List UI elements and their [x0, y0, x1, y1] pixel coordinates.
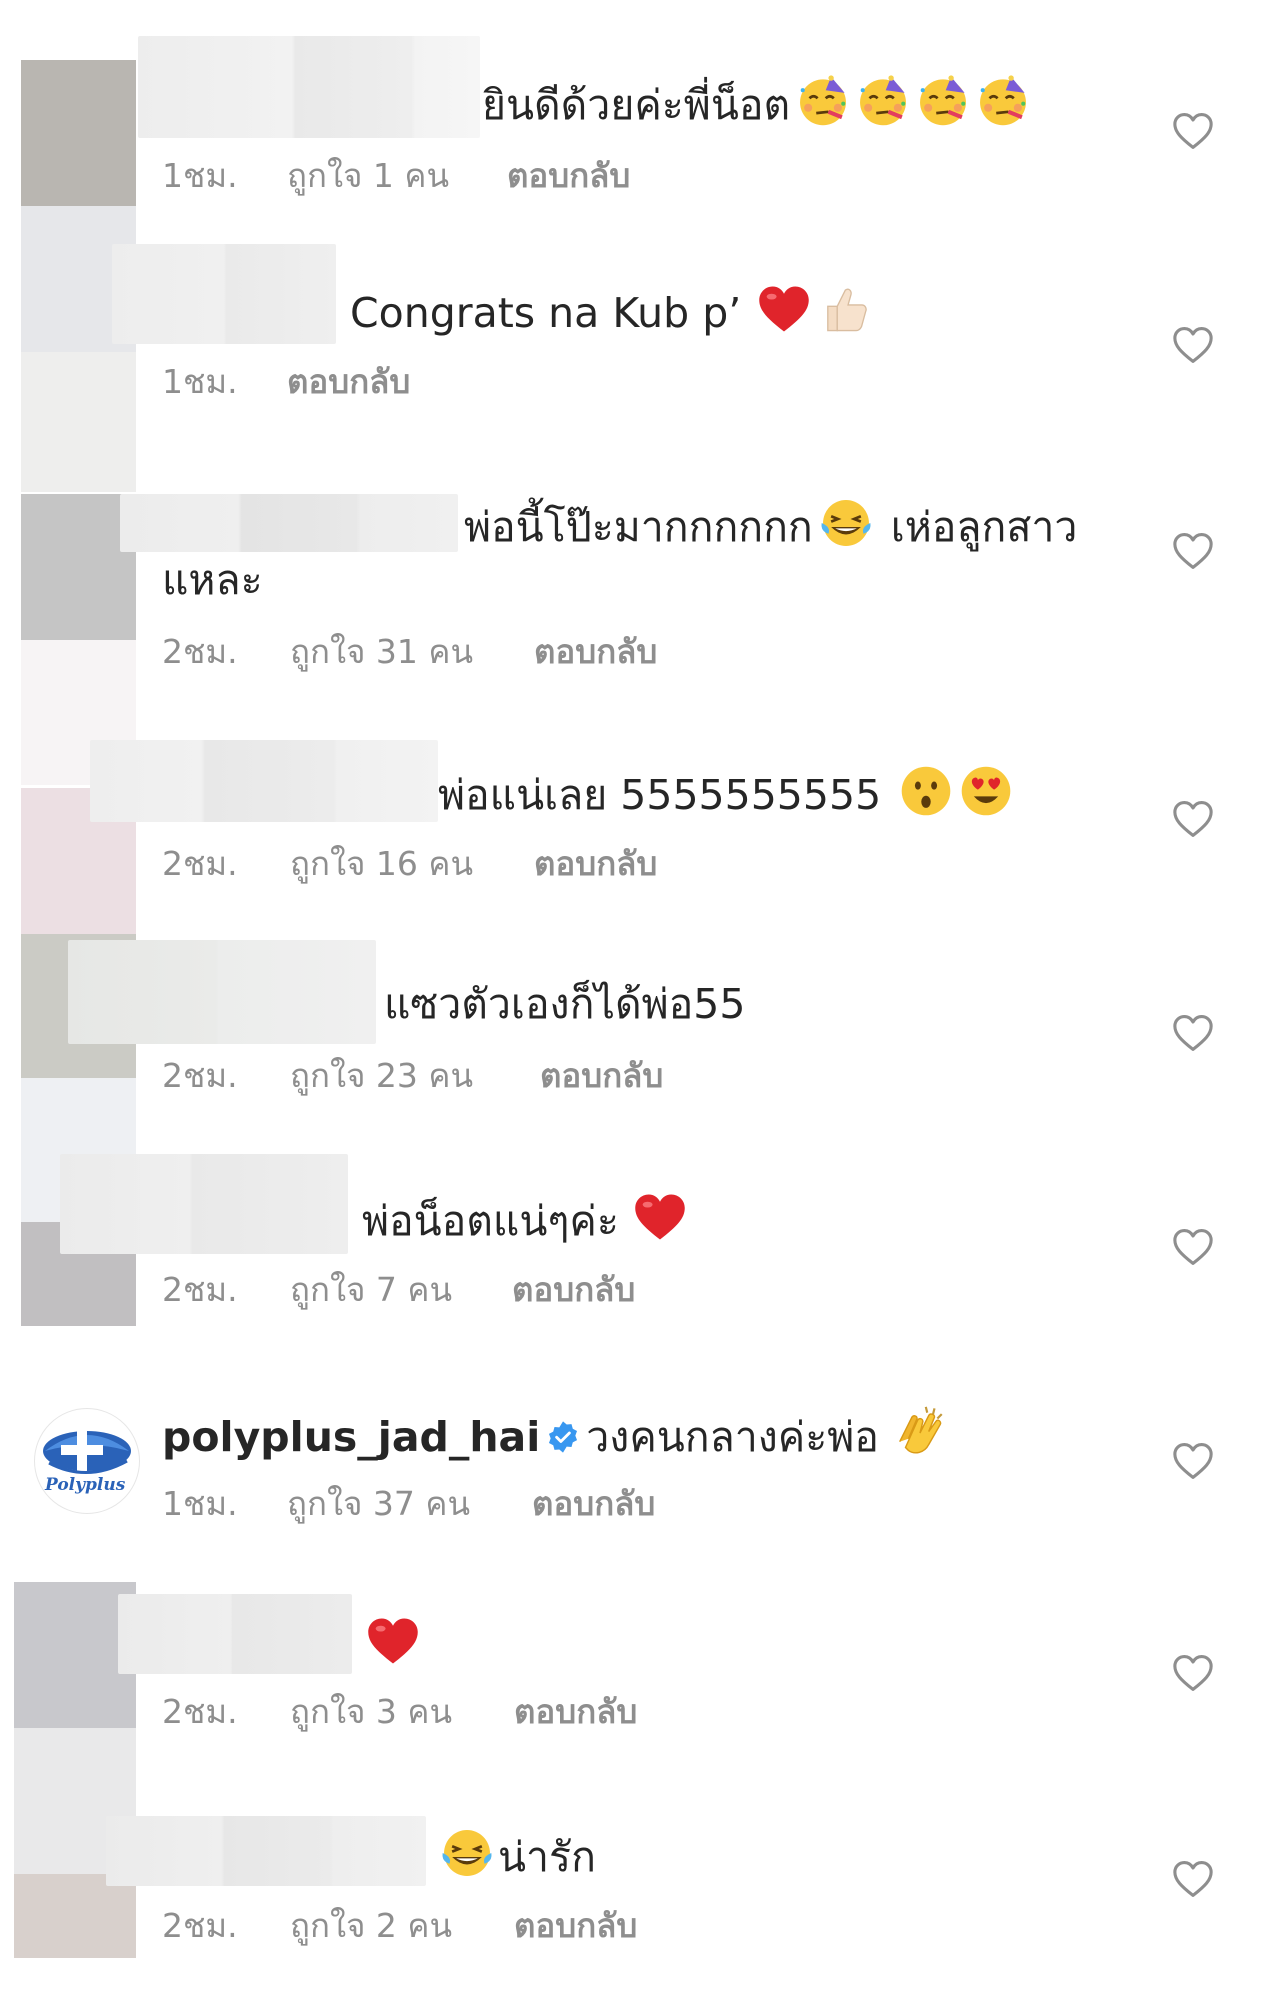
like-heart-icon[interactable]: [1172, 532, 1214, 570]
reply-button[interactable]: ตอบกลับ: [540, 1054, 663, 1098]
thumbs-up-icon: [817, 282, 871, 350]
reply-button[interactable]: ตอบกลับ: [512, 1268, 635, 1312]
like-heart-icon[interactable]: [1172, 1654, 1214, 1692]
comment-body: แซวตัวเองก็ได้พ่อ55: [384, 980, 746, 1028]
red-heart-icon: [366, 1614, 420, 1682]
comment-likes[interactable]: ถูกใจ 3 คน: [290, 1690, 452, 1734]
username-blurred[interactable]: [120, 494, 458, 552]
username-blurred[interactable]: [90, 740, 438, 822]
comment-likes[interactable]: ถูกใจ 16 คน: [290, 842, 473, 886]
username-blurred[interactable]: [60, 1154, 348, 1254]
avatar[interactable]: [21, 494, 136, 640]
comment-text: พ่อนี้โป๊ะมากกกกกก เห่อลูกสาว: [464, 496, 1077, 564]
heart-eyes-icon: [959, 764, 1013, 832]
comment-body: พ่อนี้โป๊ะมากกกกกก: [464, 503, 813, 551]
like-heart-icon[interactable]: [1172, 112, 1214, 150]
comment-text: พ่อน็อตแน่ๆค่ะ: [362, 1190, 687, 1258]
like-heart-icon[interactable]: [1172, 1228, 1214, 1266]
comment-meta: 2ชม. ถูกใจ 16 คน ตอบกลับ: [162, 842, 762, 886]
comment-body: Congrats na Kub p’: [350, 289, 742, 337]
comment-time[interactable]: 1ชม.: [162, 1482, 238, 1526]
comment-body: วงคนกลางค่ะพ่อ: [586, 1413, 879, 1461]
comment-text: พ่อแน่เลย 5555555555: [438, 764, 1013, 832]
like-heart-icon[interactable]: [1172, 1442, 1214, 1480]
comment-text: Congrats na Kub p’: [350, 282, 871, 350]
comment-time[interactable]: 1ชม.: [162, 360, 238, 404]
partying-face-icon: [796, 74, 850, 142]
partying-face-icon: [856, 74, 910, 142]
comment-body: น่ารัก: [498, 1833, 596, 1881]
comment-time[interactable]: 1ชม.: [162, 154, 238, 198]
username-blurred[interactable]: [68, 940, 376, 1044]
comment-meta: 2ชม. ถูกใจ 31 คน ตอบกลับ: [162, 630, 762, 674]
comment-likes[interactable]: ถูกใจ 7 คน: [290, 1268, 452, 1312]
comment-text: แซวตัวเองก็ได้พ่อ55: [384, 976, 745, 1032]
like-heart-icon[interactable]: [1172, 326, 1214, 364]
comment-likes[interactable]: ถูกใจ 2 คน: [290, 1904, 452, 1948]
comment-meta: 2ชม. ถูกใจ 7 คน ตอบกลับ: [162, 1268, 762, 1312]
comment-meta: 2ชม. ถูกใจ 23 คน ตอบกลับ: [162, 1054, 762, 1098]
reply-button[interactable]: ตอบกลับ: [514, 1690, 637, 1734]
comment-body-cont: เห่อลูกสาว: [890, 503, 1078, 551]
like-heart-icon[interactable]: [1172, 800, 1214, 838]
partying-face-icon: [976, 74, 1030, 142]
avatar-lower: [21, 352, 136, 492]
comment-meta: 1ชม. ถูกใจ 37 คน ตอบกลับ: [162, 1482, 762, 1526]
reply-button[interactable]: ตอบกลับ: [534, 842, 657, 886]
reply-button[interactable]: ตอบกลับ: [534, 630, 657, 674]
avatar[interactable]: [21, 60, 136, 206]
comment-body: พ่อน็อตแน่ๆค่ะ: [362, 1197, 619, 1245]
comment-meta: 1ชม. ถูกใจ 1 คน ตอบกลับ: [162, 154, 762, 198]
reply-button[interactable]: ตอบกลับ: [514, 1904, 637, 1948]
comment-time[interactable]: 2ชม.: [162, 1690, 238, 1734]
comment-time[interactable]: 2ชม.: [162, 1904, 238, 1948]
like-heart-icon[interactable]: [1172, 1860, 1214, 1898]
comment-body: ยินดีด้วยค่ะพี่น็อต: [482, 81, 791, 129]
comment-meta: 2ชม. ถูกใจ 2 คน ตอบกลับ: [162, 1904, 762, 1948]
comment-meta: 2ชม. ถูกใจ 3 คน ตอบกลับ: [162, 1690, 762, 1734]
surprised-face-icon: [899, 764, 953, 832]
avatar[interactable]: [14, 1874, 136, 1958]
comment-text: น่ารัก: [440, 1826, 596, 1894]
red-heart-icon: [633, 1190, 687, 1258]
comment-time[interactable]: 2ชม.: [162, 630, 238, 674]
comment-body: พ่อแน่เลย 5555555555: [438, 771, 882, 819]
tears-of-joy-icon: [440, 1826, 494, 1894]
comment-text: polyplus_jad_hai วงคนกลางค่ะพ่อ: [162, 1404, 949, 1476]
polyplus-logo-icon: [43, 1431, 131, 1474]
comment-meta: 1ชม. ตอบกลับ: [162, 360, 562, 404]
comment-time[interactable]: 2ชม.: [162, 1268, 238, 1312]
verified-badge-icon: [546, 1412, 580, 1468]
comment-text: ยินดีด้วยค่ะพี่น็อต: [482, 74, 1030, 142]
username-blurred[interactable]: [106, 1816, 426, 1886]
avatar-logo-text: Polyplus: [45, 1475, 126, 1495]
reply-button[interactable]: ตอบกลับ: [287, 360, 410, 404]
username-blurred[interactable]: [112, 244, 336, 344]
comment-likes[interactable]: ถูกใจ 31 คน: [290, 630, 473, 674]
avatar[interactable]: Polyplus: [34, 1408, 140, 1514]
comment-likes[interactable]: ถูกใจ 1 คน: [287, 154, 449, 198]
comment-text: [366, 1614, 420, 1682]
comment-likes[interactable]: ถูกใจ 37 คน: [287, 1482, 470, 1526]
comment-likes[interactable]: ถูกใจ 23 คน: [290, 1054, 473, 1098]
reply-button[interactable]: ตอบกลับ: [532, 1482, 655, 1526]
comment-time[interactable]: 2ชม.: [162, 1054, 238, 1098]
reply-button[interactable]: ตอบกลับ: [507, 154, 630, 198]
username-blurred[interactable]: [138, 36, 480, 138]
comment-username[interactable]: polyplus_jad_hai: [162, 1413, 540, 1461]
username-blurred[interactable]: [118, 1594, 352, 1674]
comment-text-line2: แหละ: [162, 556, 263, 604]
partying-face-icon: [916, 74, 970, 142]
tears-of-joy-icon: [819, 496, 873, 564]
red-heart-icon: [757, 282, 811, 350]
comment-time[interactable]: 2ชม.: [162, 842, 238, 886]
like-heart-icon[interactable]: [1172, 1014, 1214, 1052]
clapping-hands-icon: [891, 1404, 949, 1476]
